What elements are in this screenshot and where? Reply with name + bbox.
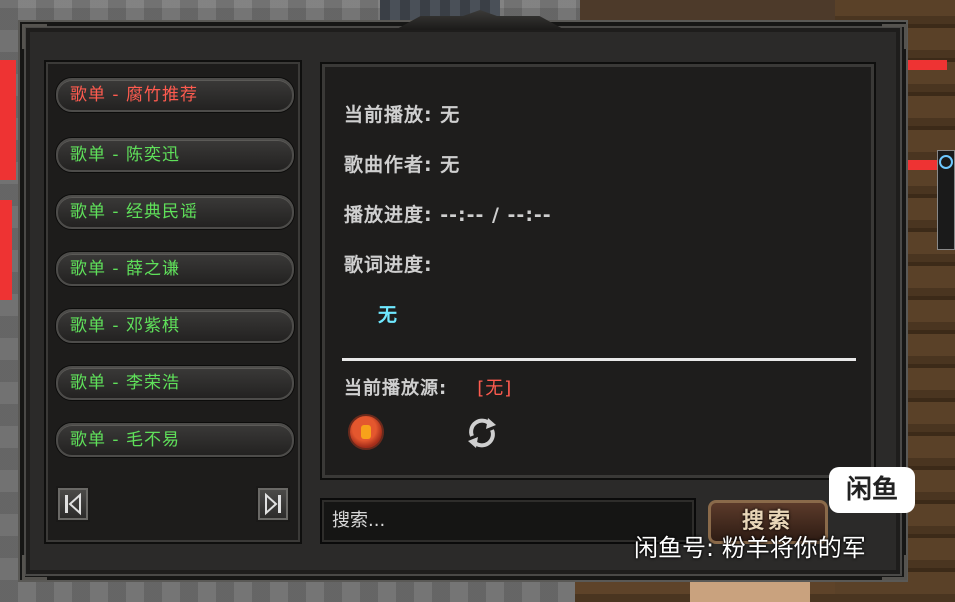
artist-value: 无 <box>440 154 461 176</box>
corner-ornament <box>22 24 47 49</box>
skip-next-icon <box>265 492 281 516</box>
progress-value: --:-- / --:-- <box>440 204 552 226</box>
red-sign-left <box>0 60 16 180</box>
prev-page-button[interactable] <box>56 486 90 522</box>
now-playing-value: 无 <box>440 104 461 126</box>
source-value: [无] <box>477 378 513 399</box>
divider <box>342 358 856 361</box>
lyrics-value: 无 <box>378 304 398 326</box>
loop-icon <box>468 418 496 448</box>
corner-ornament <box>882 24 907 49</box>
watermark-text: 闲鱼号: 粉羊将你的军 <box>634 534 866 562</box>
playlist-item-joker-xue[interactable]: 歌单 - 薛之谦 <box>56 252 294 286</box>
next-page-button[interactable] <box>256 486 290 522</box>
progress-label: 播放进度: <box>344 204 433 226</box>
corner-ornament <box>22 555 47 580</box>
playlist-item-mao-buyi[interactable]: 歌单 - 毛不易 <box>56 423 294 457</box>
stop-icon <box>361 425 371 439</box>
lyrics-row: 歌词进度: <box>344 250 433 277</box>
progress-row: 播放进度: --:-- / --:-- <box>344 200 552 227</box>
watermark-badge: 闲鱼 <box>829 467 915 513</box>
playlist-item-folk-classics[interactable]: 歌单 - 经典民谣 <box>56 195 294 229</box>
playlist-item-li-ronghao[interactable]: 歌单 - 李荣浩 <box>56 366 294 400</box>
artist-label: 歌曲作者: <box>344 154 433 176</box>
stop-button[interactable] <box>348 414 384 450</box>
playlist-item-gem[interactable]: 歌单 - 邓紫棋 <box>56 309 294 343</box>
now-playing-row: 当前播放: 无 <box>344 100 460 127</box>
playlist-item-recommended[interactable]: 歌单 - 腐竹推荐 <box>56 78 294 112</box>
red-sign-left-lower <box>0 200 12 300</box>
playlist-panel: 歌单 - 腐竹推荐 歌单 - 陈奕迅 歌单 - 经典民谣 歌单 - 薛之谦 歌单… <box>44 60 302 544</box>
playlist-item-eason-chan[interactable]: 歌单 - 陈奕迅 <box>56 138 294 172</box>
source-row: 当前播放源: [无] <box>344 374 512 400</box>
side-compass-icon <box>937 150 955 250</box>
loop-button[interactable] <box>462 414 502 452</box>
artist-row: 歌曲作者: 无 <box>344 150 460 177</box>
now-playing-panel: 当前播放: 无 歌曲作者: 无 播放进度: --:-- / --:-- 歌词进度… <box>320 62 876 480</box>
lyrics-label: 歌词进度: <box>344 254 433 276</box>
skip-previous-icon <box>65 492 81 516</box>
source-label: 当前播放源: <box>344 378 448 399</box>
now-playing-label: 当前播放: <box>344 104 433 126</box>
corner-ornament <box>882 555 907 580</box>
